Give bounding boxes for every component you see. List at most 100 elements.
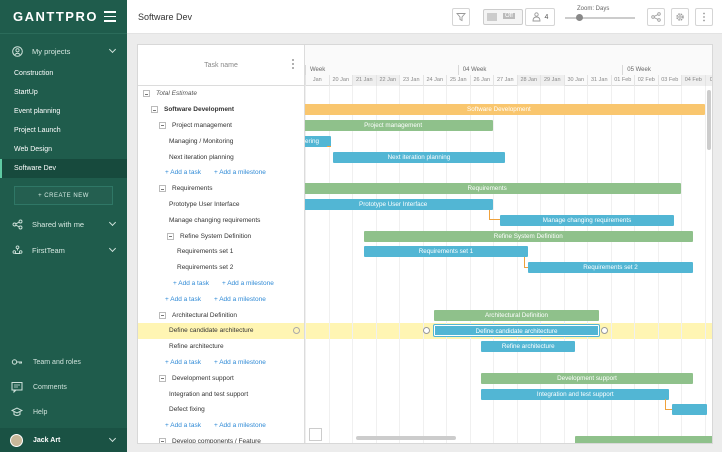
task-name-header-label: Task name (204, 61, 238, 69)
user-menu[interactable]: Jack Art (0, 428, 127, 452)
task-name-cell: Develop components / Feature (138, 433, 305, 443)
add-milestone-link[interactable]: + Add a milestone (214, 422, 266, 429)
link-handle[interactable] (422, 327, 430, 335)
group-bar[interactable]: Refine System Definition (363, 230, 693, 242)
task-label: Development support (172, 374, 234, 382)
project-item-software-dev[interactable]: Software Dev (0, 159, 127, 178)
collapse-toggle-icon[interactable] (151, 106, 158, 114)
task-label: Next iteration planning (169, 153, 234, 161)
week-label: 04 Week (457, 65, 486, 75)
task-bar[interactable]: Requirements set 1 (363, 246, 529, 258)
add-task-link[interactable]: + Add a task (165, 359, 201, 366)
project-item-startup[interactable]: StartUp (0, 83, 127, 102)
group-bar[interactable] (575, 436, 712, 443)
day-label: 24 Jan (422, 75, 447, 86)
task-bar[interactable]: ering (305, 135, 331, 147)
collapse-toggle-icon[interactable] (159, 437, 166, 443)
shared-with-me-header[interactable]: Shared with me (0, 211, 127, 237)
timeline-bars: Software Development Project management er… (305, 86, 712, 443)
collapse-toggle-icon[interactable] (143, 90, 150, 98)
week-row: Week 04 Week 05 Week (305, 65, 712, 75)
add-milestone-link[interactable]: + Add a milestone (214, 359, 266, 366)
task-bar[interactable]: Next iteration planning (333, 151, 505, 163)
task-bar[interactable]: Refine architecture (481, 341, 576, 353)
project-bar[interactable]: Software Development (305, 104, 705, 116)
collapse-toggle-icon[interactable] (159, 374, 166, 382)
day-label: Jan (305, 75, 329, 86)
day-label: 27 Jan (493, 75, 517, 86)
export-icon[interactable] (309, 428, 322, 441)
zoom-label: Zoom: Days (577, 6, 610, 12)
page-title: Software Dev (138, 12, 193, 22)
project-item-construction[interactable]: Construction (0, 64, 127, 83)
task-name-cell: Total Estimate (138, 86, 305, 102)
filter-button[interactable] (452, 8, 470, 26)
collapse-toggle-icon[interactable] (167, 232, 174, 240)
add-task-link[interactable]: + Add a task (165, 296, 201, 303)
link-handle[interactable] (601, 327, 609, 335)
task-bar[interactable]: Define candidate architecture (434, 325, 599, 337)
project-item-web-design[interactable]: Web Design (0, 140, 127, 159)
group-bar[interactable]: Development support (481, 372, 693, 384)
team-and-roles-link[interactable]: Team and roles (0, 351, 127, 373)
dependency-line (524, 257, 529, 268)
grid-line (399, 86, 400, 443)
add-task-link[interactable]: + Add a task (165, 422, 201, 429)
add-circle-icon[interactable] (293, 327, 300, 334)
my-projects-header[interactable]: My projects (0, 38, 127, 64)
task-bar[interactable]: Requirements set 2 (528, 262, 693, 274)
group-bar[interactable]: Project management (305, 120, 493, 131)
project-item-event-planning[interactable]: Event planning (0, 102, 127, 121)
collapse-toggle-icon[interactable] (159, 185, 166, 193)
sidebar: GANTTPRO My projects Construction StartU… (0, 0, 127, 452)
task-bar[interactable]: Integration and test support (481, 388, 670, 400)
column-menu-icon[interactable] (292, 59, 295, 71)
horizontal-scrollbar[interactable] (356, 436, 456, 440)
resources-button[interactable]: 4 (525, 8, 555, 26)
team-header[interactable]: FirstTeam (0, 237, 127, 263)
grid-line (375, 86, 377, 443)
task-label: Integration and test support (169, 390, 249, 398)
help-link[interactable]: Help (0, 401, 127, 423)
add-task-link[interactable]: + Add a task (173, 280, 209, 287)
task-name-cell: Architectural Definition (138, 307, 305, 323)
task-label: Defect fixing (169, 406, 205, 414)
timeline-header: Week 04 Week 05 Week Jan 20 Jan 21 Jan 22 Jan… (305, 45, 712, 86)
settings-button[interactable] (671, 8, 689, 26)
collapse-toggle-icon[interactable] (159, 121, 166, 129)
task-label: Manage changing requirements (169, 216, 261, 224)
task-bar[interactable]: Manage changing requirements (500, 214, 674, 226)
add-milestone-link[interactable]: + Add a milestone (214, 296, 266, 303)
day-label: 25 Jan (446, 75, 470, 86)
add-task-link[interactable]: + Add a task (165, 169, 201, 176)
vertical-scrollbar[interactable] (707, 90, 711, 150)
people-icon (532, 12, 540, 22)
toggle-switch[interactable]: Off (483, 9, 523, 25)
day-label: 01 Feb (610, 75, 635, 86)
comments-link[interactable]: Comments (0, 376, 127, 398)
zoom-slider-handle[interactable] (576, 14, 583, 21)
group-bar[interactable]: Architectural Definition (434, 309, 599, 321)
day-label: 23 Jan (399, 75, 423, 86)
share-button[interactable] (647, 8, 665, 26)
task-bar[interactable]: Prototype User Interface (305, 199, 493, 210)
more-options-button[interactable] (695, 8, 713, 26)
collapse-toggle-icon[interactable] (159, 311, 166, 319)
task-name-cell: Requirements (138, 180, 305, 197)
add-milestone-link[interactable]: + Add a milestone (222, 280, 274, 287)
day-label: 05 Fe (704, 75, 712, 86)
chevron-down-icon (108, 244, 117, 253)
project-item-project-launch[interactable]: Project Launch (0, 121, 127, 140)
chevron-down-icon (108, 45, 117, 54)
create-new-button[interactable]: + CREATE NEW (14, 186, 113, 205)
group-bar[interactable]: Requirements (305, 183, 681, 195)
task-name-cell: + Add a task + Add a milestone (138, 354, 305, 371)
task-name-cell: Refine architecture (138, 338, 305, 355)
task-name-header[interactable]: Task name (138, 45, 305, 86)
task-name-cell: + Add a task + Add a milestone (138, 275, 305, 292)
task-bar[interactable] (671, 404, 707, 416)
menu-icon[interactable] (104, 11, 116, 22)
app-logo: GANTTPRO (13, 9, 98, 24)
add-milestone-link[interactable]: + Add a milestone (214, 169, 266, 176)
dependency-line (326, 146, 331, 148)
